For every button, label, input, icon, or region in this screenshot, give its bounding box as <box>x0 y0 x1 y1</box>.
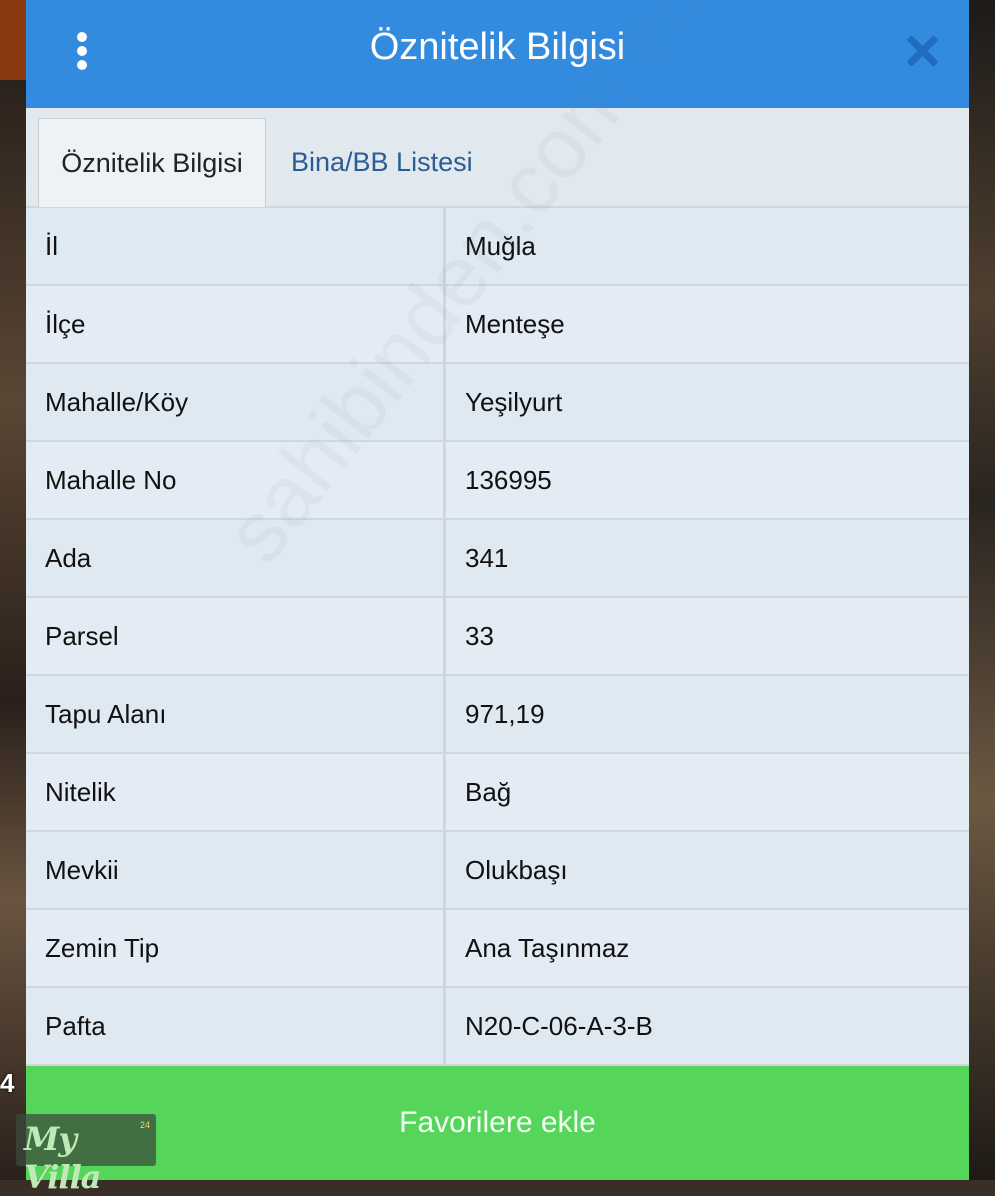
row-key: Mahalle No <box>45 465 177 495</box>
row-key: Mevkii <box>45 855 119 885</box>
table-row: Parsel 33 <box>26 598 969 676</box>
row-key: Tapu Alanı <box>45 699 167 729</box>
row-value: Yeşilyurt <box>465 387 563 417</box>
tab-bar: Öznitelik Bilgisi Bina/BB Listesi <box>26 108 969 208</box>
dialog-header: Öznitelik Bilgisi <box>26 0 969 108</box>
row-value: Muğla <box>465 231 536 261</box>
row-value: Olukbaşı <box>465 855 568 885</box>
close-icon[interactable] <box>905 34 939 68</box>
row-key: Parsel <box>45 621 119 651</box>
row-key: Mahalle/Köy <box>45 387 189 417</box>
row-value: 971,19 <box>465 699 545 729</box>
table-row: Zemin Tip Ana Taşınmaz <box>26 910 969 988</box>
row-key: İlçe <box>45 309 86 339</box>
table-row: Ada 341 <box>26 520 969 598</box>
row-key: Nitelik <box>45 777 116 807</box>
table-row: Tapu Alanı 971,19 <box>26 676 969 754</box>
row-key: İl <box>45 231 58 261</box>
table-row: Nitelik Bağ <box>26 754 969 832</box>
table-row: İl Muğla <box>26 208 969 286</box>
logo-superscript: 24 <box>139 1120 150 1130</box>
tab-attribute-info[interactable]: Öznitelik Bilgisi <box>38 118 266 207</box>
row-value: Menteşe <box>465 309 565 339</box>
row-key: Zemin Tip <box>45 933 160 963</box>
row-value: Bağ <box>465 777 512 807</box>
table-row: Mevkii Olukbaşı <box>26 832 969 910</box>
table-row: Mahalle No 136995 <box>26 442 969 520</box>
map-parcel-label: 4 <box>0 1068 15 1098</box>
attribute-info-dialog: Öznitelik Bilgisi Öznitelik Bilgisi Bina… <box>26 0 980 1180</box>
map-background-right <box>969 0 995 1180</box>
row-value: Ana Taşınmaz <box>465 933 630 963</box>
add-to-favorites-button[interactable]: Favorilere ekle <box>26 1066 969 1180</box>
table-row: Mahalle/Köy Yeşilyurt <box>26 364 969 442</box>
row-key: Ada <box>45 543 92 573</box>
row-value: 136995 <box>465 465 552 495</box>
table-row: Pafta N20-C-06-A-3-B <box>26 988 969 1066</box>
map-background-left <box>0 0 26 1180</box>
dialog-title: Öznitelik Bilgisi <box>369 26 626 68</box>
table-row: İlçe Menteşe <box>26 286 969 364</box>
row-value: N20-C-06-A-3-B <box>465 1011 653 1041</box>
attribute-table: İl Muğla İlçe Menteşe Mahalle/Köy Yeşilyurt… <box>26 208 969 1066</box>
logo-text: My Villa <box>24 1120 101 1196</box>
row-value: 33 <box>465 621 494 651</box>
my-villa-logo: My Villa 24 <box>16 1114 156 1196</box>
row-key: Pafta <box>45 1011 106 1041</box>
row-value: 341 <box>465 543 509 573</box>
tab-building-list[interactable]: Bina/BB Listesi <box>291 118 473 206</box>
